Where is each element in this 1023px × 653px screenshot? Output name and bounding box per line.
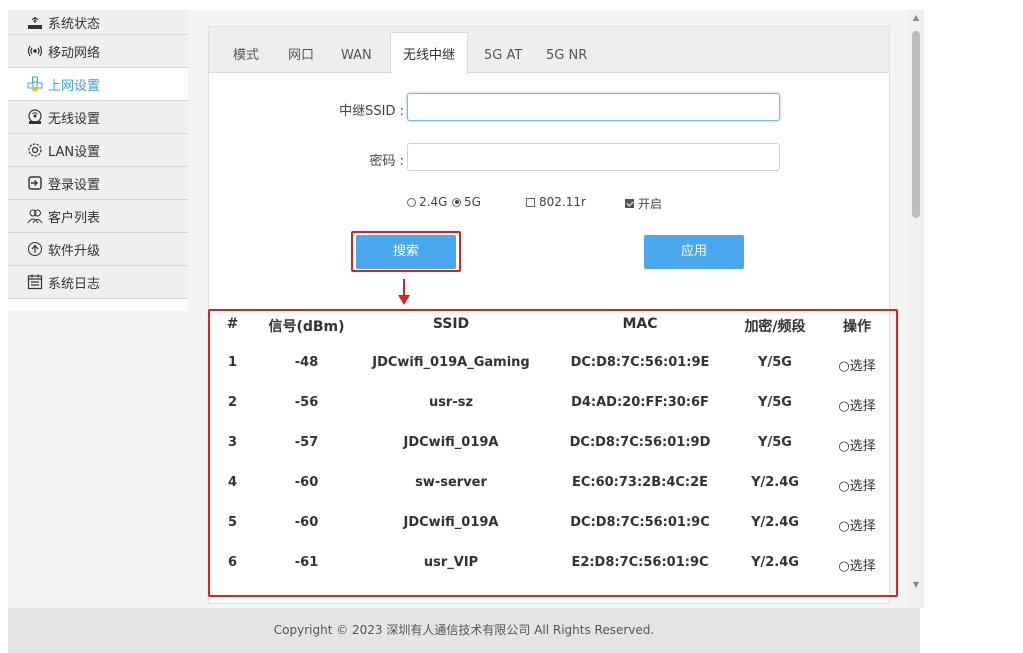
col-header-encryption-band: 加密/频段 — [744, 319, 806, 335]
tab-5g-nr[interactable]: 5G NR — [546, 27, 587, 73]
row-signal: -61 — [294, 555, 319, 570]
select-radio[interactable]: ○选择 — [832, 395, 882, 414]
row-encryption-band: Y/2.4G — [751, 475, 799, 490]
row-encryption-band: Y/5G — [758, 435, 792, 450]
row-ssid: JDCwifi_019A_Gaming — [372, 355, 530, 370]
row-encryption-band: Y/2.4G — [751, 515, 799, 530]
select-radio[interactable]: ○选择 — [832, 435, 882, 454]
select-radio[interactable]: ○选择 — [832, 555, 882, 574]
row-ssid: JDCwifi_019A — [403, 435, 499, 450]
sidebar-item-label: 上网设置 — [48, 78, 101, 94]
col-header-mac: MAC — [622, 316, 658, 332]
sidebar-item-mobile-network[interactable]: 移动网络 — [8, 35, 188, 68]
row-index: 5 — [227, 515, 238, 530]
select-radio[interactable]: ○选择 — [832, 355, 882, 374]
sidebar-item-label: 系统日志 — [48, 276, 101, 292]
row-index: 3 — [227, 435, 238, 450]
col-header-ssid: SSID — [432, 316, 470, 332]
sidebar-item-label: 无线设置 — [48, 111, 101, 127]
mobile-network-icon — [26, 43, 44, 59]
tab-wan[interactable]: WAN — [341, 27, 372, 73]
password-label: 密码 : — [369, 154, 404, 169]
scroll-up-arrow-icon[interactable]: ▲ — [911, 14, 921, 22]
row-signal: -60 — [294, 475, 319, 490]
row-signal: -60 — [294, 515, 319, 530]
wireless-ap-icon — [26, 109, 44, 125]
80211r-checkbox[interactable]: 802.11r — [526, 195, 586, 209]
row-mac: DC:D8:7C:56:01:9C — [570, 515, 710, 530]
sidebar-item-internet-settings[interactable]: 上网设置 — [8, 68, 188, 101]
upgrade-icon — [26, 241, 44, 257]
arrow-down-icon — [398, 279, 410, 305]
system-status-icon — [26, 14, 44, 30]
row-signal: -56 — [294, 395, 319, 410]
scroll-down-arrow-icon[interactable]: ▼ — [911, 581, 921, 589]
row-mac: D4:AD:20:FF:30:6F — [571, 395, 709, 410]
sidebar-item-wireless-settings[interactable]: 无线设置 — [8, 101, 188, 134]
users-icon — [26, 208, 44, 224]
tab-ethernet[interactable]: 网口 — [288, 27, 314, 73]
checkbox-checked-icon — [625, 199, 634, 208]
sidebar-nav: 系统状态 移动网络 上网设置 无线设置 LAN设置 登录设置 客户列表 软件升级… — [8, 10, 188, 299]
scrollbar-thumb[interactable] — [912, 31, 920, 218]
sidebar-item-lan-settings[interactable]: LAN设置 — [8, 134, 188, 167]
sidebar-item-label: LAN设置 — [48, 144, 101, 160]
sidebar-item-software-upgrade[interactable]: 软件升级 — [8, 233, 188, 266]
row-index: 1 — [227, 355, 238, 370]
tab-bar: 模式 网口 WAN 无线中继 5G AT 5G NR — [209, 27, 889, 74]
copyright-footer: Copyright © 2023 深圳有人通信技术有限公司 All Rights… — [8, 608, 920, 653]
enable-checkbox[interactable]: 开启 — [625, 195, 662, 212]
sidebar-item-label: 登录设置 — [48, 177, 101, 193]
row-mac: E2:D8:7C:56:01:9C — [571, 555, 709, 570]
select-radio[interactable]: ○选择 — [832, 515, 882, 534]
row-index: 4 — [227, 475, 238, 490]
row-signal: -57 — [294, 435, 319, 450]
band-5g-radio[interactable]: 5G — [452, 195, 481, 209]
row-signal: -48 — [294, 355, 319, 370]
login-icon — [26, 175, 44, 191]
row-ssid: sw-server — [415, 475, 487, 490]
row-mac: DC:D8:7C:56:01:9D — [569, 435, 711, 450]
radio-selected-icon — [452, 197, 461, 207]
row-ssid: usr_VIP — [423, 555, 479, 570]
repeater-ssid-input[interactable] — [407, 93, 780, 121]
sidebar-filler — [8, 311, 188, 608]
band-24g-radio[interactable]: 2.4G — [407, 195, 447, 209]
row-encryption-band: Y/5G — [758, 395, 792, 410]
sidebar-item-system-log[interactable]: 系统日志 — [8, 266, 188, 299]
ssid-label: 中继SSID : — [339, 104, 404, 119]
sidebar-item-label: 客户列表 — [48, 210, 101, 226]
col-header-action: 操作 — [843, 319, 871, 335]
tab-wireless-repeater[interactable]: 无线中继 — [390, 32, 469, 74]
col-header-signal: 信号(dBm) — [268, 319, 345, 335]
row-index: 6 — [227, 555, 238, 570]
sidebar-item-label: 系统状态 — [48, 16, 101, 32]
sidebar-item-label: 软件升级 — [48, 243, 101, 259]
row-encryption-band: Y/2.4G — [751, 555, 799, 570]
sidebar-item-client-list[interactable]: 客户列表 — [8, 200, 188, 233]
password-field[interactable] — [407, 143, 780, 171]
row-mac: DC:D8:7C:56:01:9E — [570, 355, 710, 370]
checkbox-icon — [526, 197, 535, 207]
select-radio[interactable]: ○选择 — [832, 475, 882, 494]
internet-settings-icon — [26, 76, 44, 92]
row-index: 2 — [227, 395, 238, 410]
apply-button[interactable]: 应用 — [644, 235, 744, 269]
tab-mode[interactable]: 模式 — [233, 27, 259, 73]
sidebar-item-system-status[interactable]: 系统状态 — [8, 10, 188, 35]
row-mac: EC:60:73:2B:4C:2E — [571, 475, 709, 490]
row-encryption-band: Y/5G — [758, 355, 792, 370]
row-ssid: JDCwifi_019A — [403, 515, 499, 530]
tab-5g-at[interactable]: 5G AT — [484, 27, 522, 73]
row-ssid: usr-sz — [428, 395, 474, 410]
sidebar-item-label: 移动网络 — [48, 45, 101, 61]
col-header-index: # — [226, 316, 239, 332]
gear-icon — [26, 142, 44, 158]
search-button[interactable]: 搜索 — [356, 235, 456, 269]
radio-icon — [407, 197, 416, 207]
results-table-highlight — [208, 309, 898, 597]
log-icon — [26, 274, 44, 290]
sidebar-item-login-settings[interactable]: 登录设置 — [8, 167, 188, 200]
